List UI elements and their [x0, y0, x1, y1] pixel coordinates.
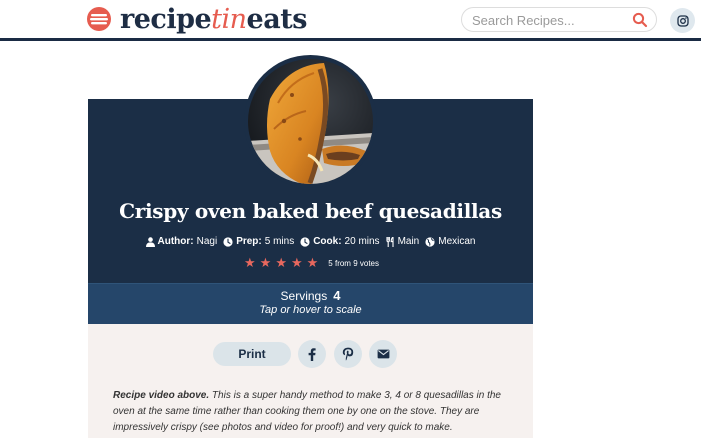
- meta-cook: Cook: 20 mins: [300, 236, 380, 247]
- meta-cuisine: Mexican: [425, 236, 476, 247]
- summary-lead: Recipe video above.: [113, 390, 210, 401]
- email-icon: [377, 349, 389, 359]
- facebook-icon: [308, 347, 316, 361]
- globe-icon: [425, 236, 435, 247]
- recipe-title: Crispy oven baked beef quesadillas: [119, 199, 502, 223]
- site-logo[interactable]: recipetineats: [86, 3, 307, 35]
- servings-row: Servings 4: [88, 288, 533, 303]
- author-label: Author:: [157, 236, 194, 247]
- star-icon[interactable]: ★: [244, 257, 256, 270]
- pinterest-icon: [342, 347, 354, 361]
- star-icon[interactable]: ★: [307, 257, 319, 270]
- search-icon[interactable]: [632, 12, 648, 28]
- star-icon[interactable]: ★: [291, 257, 303, 270]
- servings-control[interactable]: Servings 4 Tap or hover to scale: [88, 288, 533, 316]
- user-icon: [145, 236, 155, 247]
- recipe-photo: [248, 59, 373, 184]
- instagram-icon: [676, 14, 689, 27]
- facebook-share-button[interactable]: [298, 340, 326, 368]
- email-share-button[interactable]: [369, 340, 397, 368]
- servings-hint: Tap or hover to scale: [259, 304, 362, 316]
- rating-votes: 5 from 9 votes: [328, 259, 379, 268]
- servings-label: Servings: [280, 289, 328, 303]
- search-box: [461, 7, 657, 32]
- servings-value[interactable]: 4: [333, 288, 340, 303]
- instagram-button[interactable]: [670, 8, 695, 33]
- logo-icon: [87, 7, 111, 31]
- star-icon[interactable]: ★: [275, 257, 287, 270]
- pinterest-share-button[interactable]: [334, 340, 362, 368]
- utensils-icon: [386, 236, 394, 247]
- site-header: recipetineats: [0, 0, 701, 41]
- recipe-rating: ★ ★ ★ ★ ★ 5 from 9 votes: [88, 257, 533, 270]
- author-name[interactable]: Nagi: [197, 236, 218, 247]
- meta-course: Main: [386, 236, 420, 247]
- logo-word-recipe: recipe: [120, 3, 212, 35]
- print-button[interactable]: Print: [213, 342, 291, 366]
- star-icon[interactable]: ★: [260, 257, 272, 270]
- course-value: Main: [397, 236, 420, 247]
- logo-word-tin: tin: [211, 3, 247, 35]
- quesadilla-image: [248, 59, 373, 184]
- recipe-meta: Author: Nagi Prep: 5 mins Cook: 20 mins …: [88, 236, 533, 247]
- logo-wordmark: recipetineats: [120, 6, 307, 33]
- cuisine-value: Mexican: [438, 236, 476, 247]
- clock-icon: [300, 236, 310, 247]
- cook-label: Cook:: [313, 236, 342, 247]
- logo-word-eats: eats: [246, 3, 308, 35]
- meta-author: Author: Nagi: [145, 236, 218, 247]
- meta-prep: Prep: 5 mins: [223, 236, 294, 247]
- cook-time: 20 mins: [344, 236, 380, 247]
- search-input[interactable]: [472, 11, 622, 29]
- clock-icon: [223, 236, 233, 247]
- prep-label: Prep:: [236, 236, 262, 247]
- prep-time: 5 mins: [264, 236, 295, 247]
- star-rating[interactable]: ★ ★ ★ ★ ★: [242, 257, 320, 270]
- recipe-summary: Recipe video above. This is a super hand…: [113, 388, 508, 436]
